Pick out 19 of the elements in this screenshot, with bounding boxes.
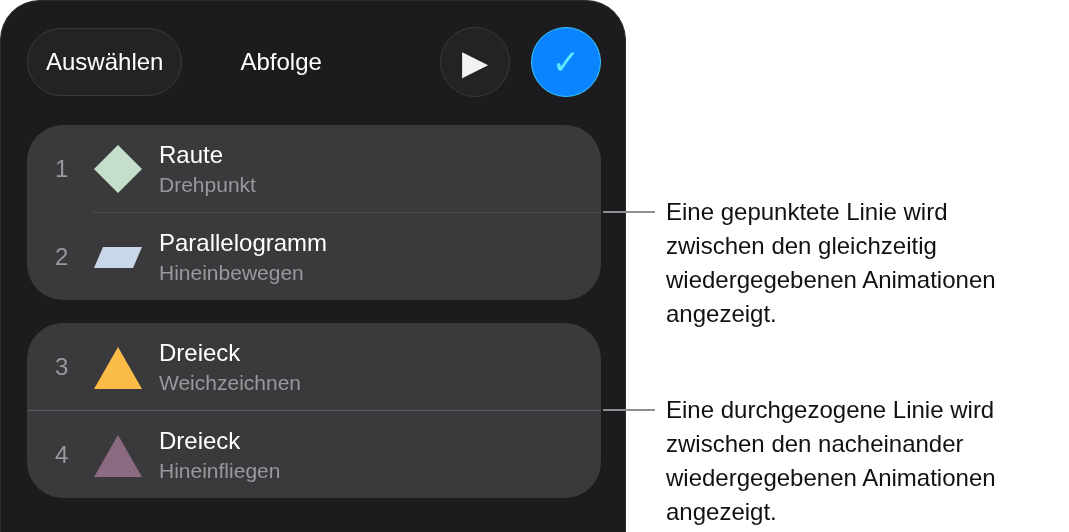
effect-name: Hineinbewegen (159, 260, 305, 285)
object-name: Parallelogramm (159, 228, 328, 257)
order-number: 2 (55, 242, 70, 271)
effect-name: Weichzeichnen (159, 370, 302, 395)
select-button[interactable]: Auswählen (27, 28, 183, 96)
leader-line (603, 211, 655, 213)
effect-name: Drehpunkt (159, 172, 256, 197)
order-number: 1 (55, 154, 70, 183)
callout-text: Eine durchgezogene Linie wird zwischen den nacheinander wiedergegebenen Animationen angezeigt. (666, 395, 997, 527)
leader-line (603, 409, 655, 411)
object-name: Raute (159, 140, 225, 169)
play-button[interactable]: ▶ (440, 27, 510, 97)
object-name: Dreieck (159, 426, 242, 455)
object-name: Dreieck (159, 338, 242, 367)
order-number: 4 (55, 440, 70, 469)
screen-title: Abfolge (239, 48, 323, 76)
callout-text: Eine gepunktete Linie wird zwischen den gleichzeitig wiedergegebenen Animationen angezeigt. (666, 197, 997, 329)
order-number: 3 (55, 352, 70, 381)
effect-name: Hineinfliegen (159, 458, 281, 483)
